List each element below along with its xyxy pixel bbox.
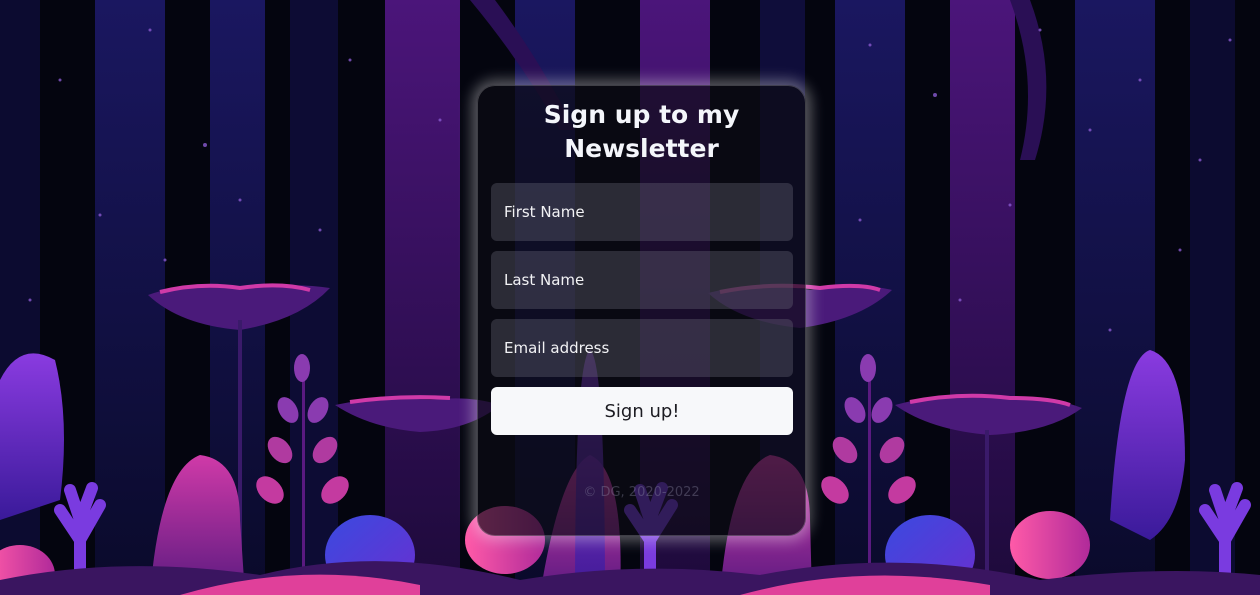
- form-title-line-2: Newsletter: [564, 134, 719, 163]
- form-title: Sign up to my Newsletter: [478, 98, 805, 166]
- copyright-footer: © DG, 2020-2022: [583, 485, 700, 500]
- email-field[interactable]: [491, 319, 793, 377]
- first-name-field[interactable]: [491, 183, 793, 241]
- form-title-line-1: Sign up to my: [543, 100, 740, 129]
- last-name-field[interactable]: [491, 251, 793, 309]
- newsletter-signup-card: Sign up to my Newsletter Sign up! © DG, …: [477, 85, 806, 536]
- sign-up-button[interactable]: Sign up!: [491, 387, 793, 435]
